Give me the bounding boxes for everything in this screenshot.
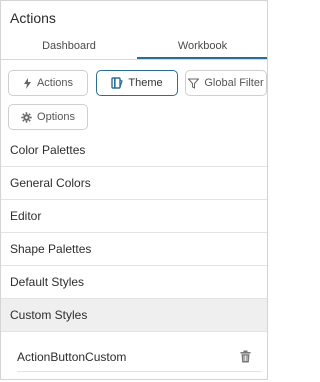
options-button-label: Options [37,111,75,123]
menu-item-default-styles[interactable]: Default Styles [1,266,267,299]
menu-item-shape-palettes[interactable]: Shape Palettes [1,233,267,266]
tab-dashboard[interactable]: Dashboard [1,37,137,59]
menu-item-editor[interactable]: Editor [1,200,267,233]
theme-button[interactable]: Theme [96,70,178,96]
menu-item-general-colors[interactable]: General Colors [1,167,267,200]
menu-item-color-palettes[interactable]: Color Palettes [1,134,267,167]
theme-button-label: Theme [128,77,163,89]
tab-bar: Dashboard Workbook [1,37,267,59]
actions-panel: Actions Dashboard Workbook Actions Theme… [0,0,268,380]
actions-button-label: Actions [36,77,74,89]
custom-style-label: ActionButtonCustom [17,349,127,364]
trash-icon[interactable] [239,350,251,364]
gear-icon [21,111,32,123]
global-filter-button[interactable]: Global Filter [185,70,267,96]
global-filter-label: Global Filter [204,77,264,89]
custom-style-item[interactable]: ActionButtonCustom [17,342,261,372]
theme-book-icon [111,77,124,89]
lightning-icon [23,77,32,89]
actions-button[interactable]: Actions [8,70,88,96]
filter-icon [188,78,200,89]
tab-workbook[interactable]: Workbook [137,37,267,59]
theme-menu: Color Palettes General Colors Editor Sha… [1,134,267,332]
panel-header: Actions Dashboard Workbook [1,1,267,60]
options-button[interactable]: Options [8,104,88,130]
panel-title: Actions [10,10,56,26]
menu-item-custom-styles[interactable]: Custom Styles [1,299,267,332]
